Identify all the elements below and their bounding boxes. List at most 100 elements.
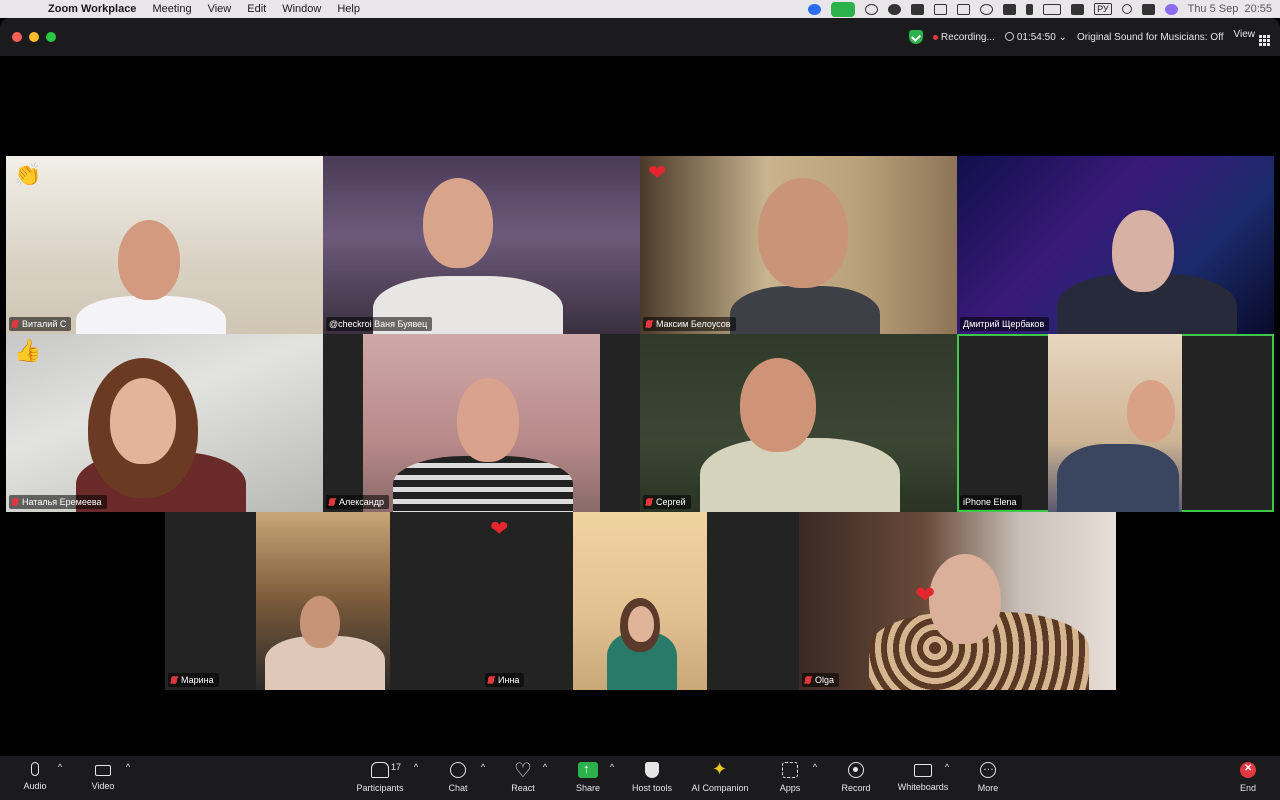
host-tools-label: Host tools — [631, 783, 673, 793]
participant-face — [929, 554, 1001, 644]
participant-name-label: Максим Белоусов — [643, 317, 736, 331]
video-tile[interactable]: @checkroi Ваня Буявец — [323, 156, 640, 334]
fullscreen-window-button[interactable] — [46, 32, 56, 42]
drive-icon[interactable] — [911, 3, 925, 15]
mic-muted-icon — [12, 498, 18, 506]
wifi-icon[interactable] — [1071, 3, 1085, 15]
participant-name: Виталий С — [22, 319, 67, 329]
participant-body — [393, 456, 573, 512]
reaction-clap-icon: 👏 — [14, 162, 42, 187]
bluetooth-icon[interactable] — [1026, 3, 1034, 15]
video-tile[interactable]: Александр — [323, 334, 640, 512]
recording-label: Recording... — [940, 31, 995, 43]
recording-dot-icon — [932, 34, 938, 40]
participant-name-label: @checkroi Ваня Буявец — [326, 317, 433, 331]
original-sound-toggle[interactable]: Original Sound for Musicians: Off — [1077, 32, 1224, 43]
record-label: Record — [841, 783, 871, 793]
reaction-heart-icon: ❤ — [648, 160, 667, 185]
siri-icon[interactable] — [1164, 3, 1178, 15]
app-status-icon[interactable] — [888, 3, 902, 15]
record-icon — [848, 762, 864, 778]
participant-name: Сергей — [656, 497, 686, 507]
video-tile[interactable]: Дмитрий Щербаков — [957, 156, 1274, 334]
end-label: End — [1239, 783, 1256, 793]
video-options-caret[interactable]: ^ — [98, 762, 158, 772]
chat-label: Chat — [448, 783, 468, 793]
play-icon[interactable] — [980, 3, 994, 15]
menu-app-name[interactable]: Zoom Workplace — [40, 3, 144, 15]
meeting-timer[interactable]: 01:54:50 ⌄ — [1004, 31, 1067, 43]
mic-muted-icon — [329, 498, 335, 506]
video-label: Video — [91, 781, 115, 791]
end-meeting-button[interactable]: End — [1220, 762, 1276, 793]
volume-icon[interactable] — [1003, 3, 1017, 15]
search-icon[interactable] — [1121, 4, 1132, 14]
participant-name-label: iPhone Elena — [960, 495, 1022, 509]
participant-face — [457, 378, 519, 462]
ai-companion-button[interactable]: AI Companion — [686, 759, 754, 793]
more-button[interactable]: More — [960, 761, 1016, 793]
participant-name: Александр — [339, 497, 385, 507]
chevron-down-icon: ⌄ — [1058, 31, 1067, 43]
recording-indicator[interactable]: Recording... — [932, 31, 995, 43]
video-tile[interactable]: ❤ Olga — [799, 512, 1116, 690]
participant-name-label: Наталья Еремеева — [9, 495, 107, 509]
video-tile[interactable]: ❤ Максим Белоусов — [640, 156, 957, 334]
participant-body — [700, 438, 900, 512]
close-window-button[interactable] — [12, 32, 22, 42]
mic-muted-icon — [805, 676, 811, 684]
participant-face — [628, 606, 654, 642]
video-tile[interactable]: 👏 Виталий С — [6, 156, 323, 334]
video-tile[interactable]: Сергей — [640, 334, 957, 512]
grid-view-icon — [1259, 34, 1270, 46]
participants-label: Participants — [356, 783, 404, 793]
ai-companion-label: AI Companion — [691, 783, 749, 793]
video-tile[interactable]: Марина — [165, 512, 482, 690]
menu-meeting[interactable]: Meeting — [144, 3, 199, 15]
participant-name: Наталья Еремеева — [22, 497, 102, 507]
view-button[interactable]: View — [1234, 29, 1270, 46]
participant-name-label: Марина — [168, 673, 219, 687]
reaction-thumbs-up-icon: 👍 — [14, 338, 42, 363]
menu-edit[interactable]: Edit — [239, 3, 274, 15]
mic-muted-icon — [646, 498, 652, 506]
host-tools-button[interactable]: Host tools — [624, 762, 680, 793]
menubar-clock[interactable]: Thu 5 Sep 20:55 — [1188, 3, 1272, 15]
record-button[interactable]: Record — [828, 762, 884, 793]
meeting-status-bar: Recording... 01:54:50 ⌄ Original Sound f… — [908, 28, 1270, 46]
camera-in-use-icon[interactable] — [831, 1, 856, 17]
security-shield-icon[interactable] — [908, 30, 923, 44]
video-tile[interactable] — [482, 512, 799, 690]
mic-muted-icon — [646, 320, 652, 328]
menu-view[interactable]: View — [200, 3, 240, 15]
clock-icon — [1004, 31, 1014, 41]
battery-icon[interactable] — [1043, 3, 1062, 15]
participant-name-label: Дмитрий Щербаков — [960, 317, 1050, 331]
menu-help[interactable]: Help — [329, 3, 368, 15]
participant-body — [1057, 444, 1179, 512]
participant-face — [423, 178, 493, 268]
video-tile-active-speaker[interactable]: iPhone Elena — [957, 334, 1274, 512]
globe-icon[interactable] — [865, 3, 879, 15]
zoom-status-icon[interactable] — [808, 3, 822, 15]
video-tile[interactable]: 👍 Наталья Еремеева — [6, 334, 323, 512]
zoom-meeting-window: Recording... 01:54:50 ⌄ Original Sound f… — [0, 18, 1280, 800]
whiteboards-label: Whiteboards — [897, 782, 949, 792]
layout-icon[interactable] — [934, 3, 948, 15]
keyboard-layout[interactable]: РУ — [1094, 3, 1112, 15]
minimize-window-button[interactable] — [29, 32, 39, 42]
control-center-icon[interactable] — [1141, 3, 1155, 15]
participant-face — [118, 220, 180, 300]
mic-muted-icon — [171, 676, 177, 684]
menu-window[interactable]: Window — [274, 3, 329, 15]
host-tools-shield-icon — [645, 762, 659, 778]
participant-name: Максим Белоусов — [656, 319, 731, 329]
share-label: Share — [575, 783, 601, 793]
participant-face — [1112, 210, 1174, 292]
participant-face — [758, 178, 848, 288]
window-icon[interactable] — [957, 3, 971, 15]
ai-sparkle-icon — [711, 759, 729, 780]
mic-muted-icon — [12, 320, 18, 328]
participant-name-label: Александр — [326, 495, 390, 509]
participant-face — [300, 596, 340, 648]
